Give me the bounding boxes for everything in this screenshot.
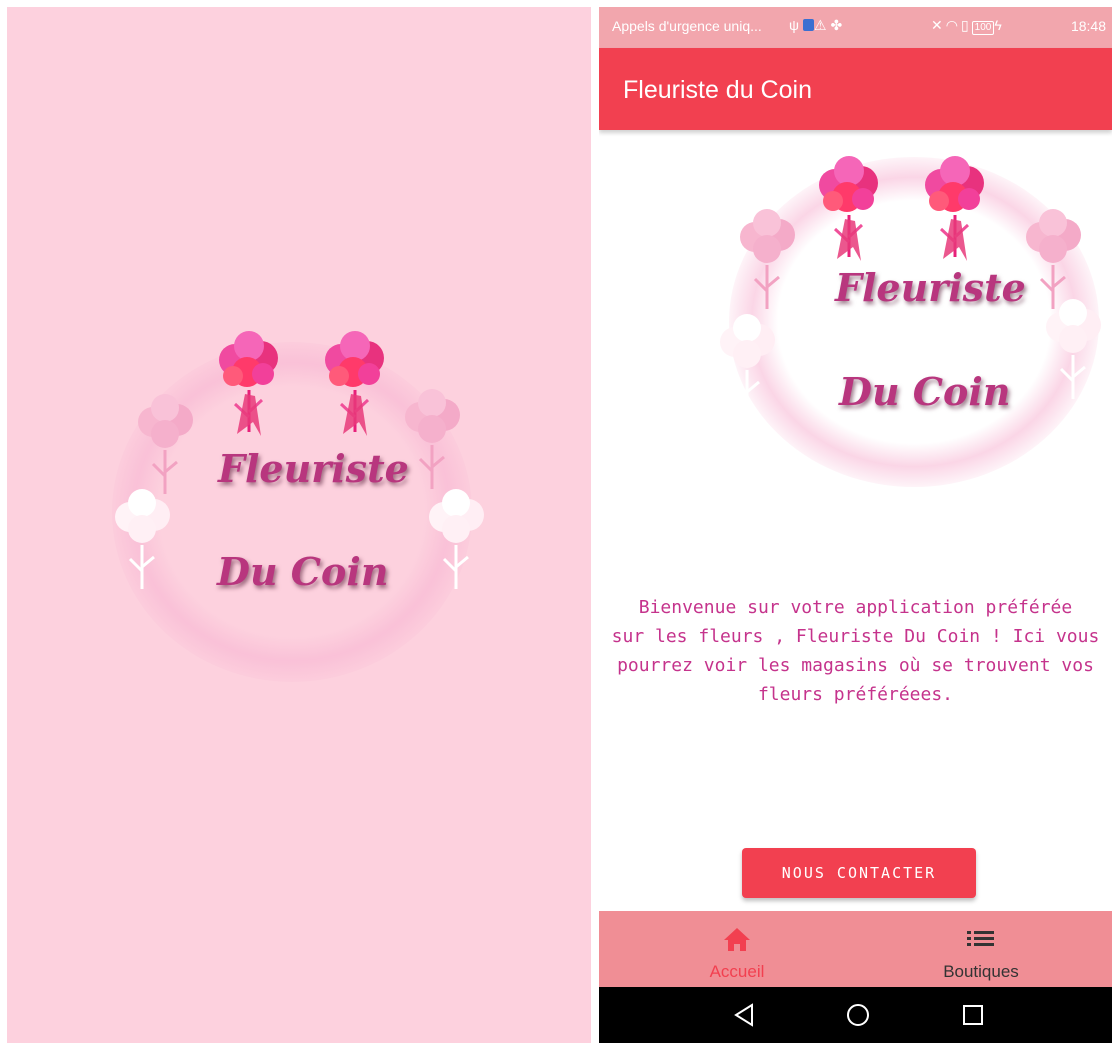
recents-icon[interactable] xyxy=(962,1004,984,1026)
white-flower-right-icon xyxy=(1044,297,1103,401)
phone-screen: Appels d'urgence uniq... ψ ⚠✤ ✕◠▯ 100 ϟ 18:… xyxy=(599,7,1112,1043)
back-icon[interactable] xyxy=(733,1003,755,1027)
nav-label-boutiques: Boutiques xyxy=(943,962,1019,981)
flower-right-icon xyxy=(323,329,386,438)
app-title: Fleuriste du Coin xyxy=(623,76,812,104)
splash-logo: Fleuriste Du Coin xyxy=(102,322,502,682)
faded-flower-left-icon xyxy=(136,392,195,496)
nav-item-accueil[interactable]: Accueil xyxy=(609,911,865,987)
status-bar: Appels d'urgence uniq... ψ ⚠✤ ✕◠▯ 100 ϟ 18:… xyxy=(599,7,1112,48)
list-icon xyxy=(967,931,994,946)
white-flower-left-icon xyxy=(718,312,777,416)
flower-left-icon xyxy=(817,154,880,263)
warning-icon: ⚠ xyxy=(813,17,831,33)
flower-left-icon xyxy=(217,329,280,438)
charging-icon: ϟ xyxy=(994,17,1005,33)
logo-word-du-coin: Du Coin xyxy=(839,369,1011,414)
faded-flower-right-icon xyxy=(1024,207,1083,311)
system-navigation-bar xyxy=(599,987,1112,1043)
welcome-line: fleurs préféréees. xyxy=(757,684,954,705)
logo-word-fleuriste: Fleuriste xyxy=(218,446,409,491)
bottom-navigation: Accueil Boutiques xyxy=(599,911,1112,987)
status-notification-icons: ψ ⚠✤ xyxy=(789,17,846,34)
logo-word-fleuriste: Fleuriste xyxy=(835,265,1026,310)
wifi-icon: ◠ xyxy=(945,17,961,33)
status-system-icons: ✕◠▯ 100 ϟ xyxy=(931,17,1005,35)
nav-label-accueil: Accueil xyxy=(709,962,765,981)
nav-item-boutiques[interactable]: Boutiques xyxy=(853,911,1109,987)
splash-screen: Fleuriste Du Coin xyxy=(7,7,591,1043)
battery-icon: 100 xyxy=(971,21,995,35)
faded-flower-right-icon xyxy=(403,387,462,491)
flower-right-icon xyxy=(923,154,986,263)
app-bar: Fleuriste du Coin xyxy=(599,48,1112,130)
contact-button[interactable]: NOUS CONTACTER xyxy=(742,848,976,898)
home-icon xyxy=(724,928,750,951)
status-clock: 18:48 xyxy=(1070,18,1106,34)
logo-word-du-coin: Du Coin xyxy=(217,549,389,594)
welcome-line: pourrez voir les magasins où se trouvent… xyxy=(617,655,1094,676)
welcome-line: Bienvenue sur votre application préférée xyxy=(638,597,1073,618)
shield-icon xyxy=(802,19,814,31)
mute-icon: ✕ xyxy=(931,17,946,33)
usb-icon: ψ xyxy=(789,17,803,33)
welcome-text: Bienvenue sur votre application préférée… xyxy=(599,593,1112,709)
welcome-line: sur les fleurs , Fleuriste Du Coin ! Ici… xyxy=(611,626,1100,647)
fan-icon: ✤ xyxy=(830,17,847,33)
white-flower-right-icon xyxy=(427,487,486,591)
home-circle-icon[interactable] xyxy=(846,1003,870,1027)
faded-flower-left-icon xyxy=(738,207,797,311)
logo-halo xyxy=(729,157,1099,487)
white-flower-left-icon xyxy=(113,487,172,591)
sim-icon: ▯ xyxy=(960,17,972,33)
home-logo: Fleuriste Du Coin xyxy=(718,147,1109,507)
status-carrier-text: Appels d'urgence uniq... xyxy=(612,18,762,34)
